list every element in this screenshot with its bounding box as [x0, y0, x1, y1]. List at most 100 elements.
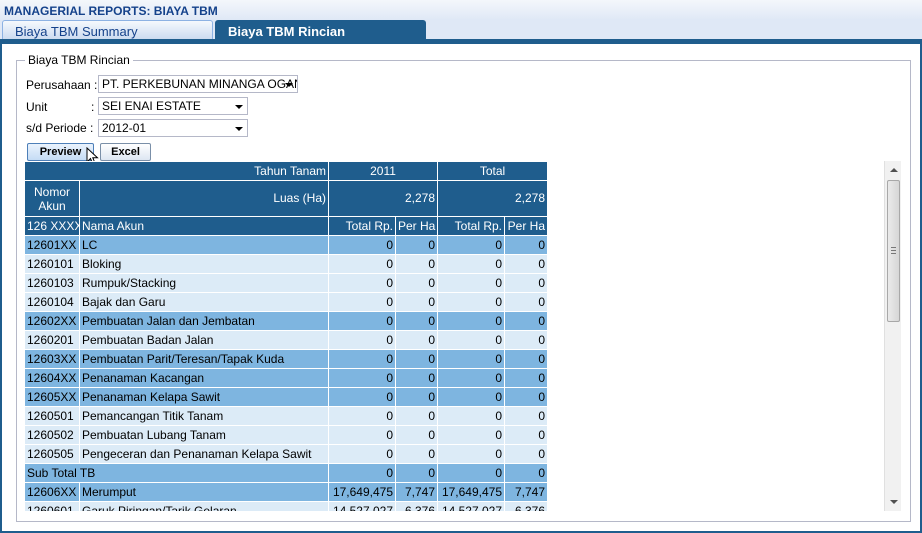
- per-ha-header: Per Ha: [395, 216, 438, 236]
- per-ha-cell: 0: [395, 463, 438, 483]
- excel-button[interactable]: Excel: [100, 143, 151, 161]
- account-code: Sub Total TB: [24, 463, 329, 483]
- per-ha-total-cell: 0: [503, 425, 547, 445]
- arrow-up-icon: [890, 168, 898, 172]
- per-ha-total-cell: 0: [503, 368, 547, 388]
- table-row[interactable]: 1260505 Pengeceran dan Penanaman Kelapa S…: [24, 444, 547, 464]
- header-row-columns: 126 XXXX Nama Akun Total Rp. Per Ha Tota…: [24, 216, 547, 236]
- account-name: Penanaman Kelapa Sawit: [79, 387, 329, 407]
- tab-biaya-tbm-summary[interactable]: Biaya TBM Summary: [2, 20, 213, 41]
- per-ha-cell: 0: [395, 311, 438, 331]
- scroll-up-button[interactable]: [885, 161, 902, 178]
- nomor-akun-header: Nomor Akun: [24, 180, 80, 217]
- table-row[interactable]: 12601XX LC 0 0 0 0: [24, 235, 547, 255]
- per-ha-total-cell: 0: [503, 444, 547, 464]
- per-ha-cell: 0: [395, 292, 438, 312]
- account-code: 1260103: [24, 273, 80, 293]
- table-row[interactable]: 1260502 Pembuatan Lubang Tanam 0 0 0 0: [24, 425, 547, 445]
- total-rp-total-cell: 0: [437, 425, 505, 445]
- preview-button[interactable]: Preview: [27, 143, 94, 161]
- account-code: 1260601: [24, 501, 80, 511]
- total-rp-total-cell: 0: [437, 235, 505, 255]
- per-ha-total-cell: 6,376: [503, 501, 547, 511]
- header-row-luas: Nomor Akun Luas (Ha) 2,278 2,278: [24, 180, 547, 217]
- account-name: Pengeceran dan Penanaman Kelapa Sawit: [79, 444, 329, 464]
- code-suffix: XXXX: [50, 218, 80, 233]
- table-row[interactable]: 12606XX Merumput 17,649,475 7,747 17,649,475…: [24, 482, 547, 502]
- perusahaan-select[interactable]: PT. PERKEBUNAN MINANGA OGAN: [98, 75, 298, 93]
- table-row[interactable]: 1260201 Pembuatan Badan Jalan 0 0 0 0: [24, 330, 547, 350]
- grip-icon: [891, 247, 896, 254]
- per-ha-total-cell: 0: [503, 235, 547, 255]
- per-ha-cell: 0: [395, 406, 438, 426]
- account-name: Pembuatan Badan Jalan: [79, 330, 329, 350]
- per-ha-total-cell: 0: [503, 311, 547, 331]
- per-ha-cell: 0: [395, 444, 438, 464]
- perusahaan-value: PT. PERKEBUNAN MINANGA OGAN: [102, 77, 298, 91]
- total-rp-total-cell: 17,649,475: [437, 482, 505, 502]
- account-code: 12604XX: [24, 368, 80, 388]
- account-name: Merumput: [79, 482, 329, 502]
- table-row[interactable]: 12604XX Penanaman Kacangan 0 0 0 0: [24, 368, 547, 388]
- per-ha-header-total: Per Ha: [503, 216, 547, 236]
- periode-label: s/d Periode :: [26, 121, 94, 135]
- total-rp-header: Total Rp.: [328, 216, 396, 236]
- total-rp-cell: 0: [328, 425, 396, 445]
- account-name: LC: [79, 235, 329, 255]
- table-row[interactable]: Sub Total TB 0 0 0 0: [24, 463, 547, 483]
- per-ha-cell: 0: [395, 273, 438, 293]
- total-rp-cell: 0: [328, 406, 396, 426]
- chevron-down-icon: [235, 105, 243, 109]
- per-ha-cell: 0: [395, 254, 438, 274]
- account-name: Pembuatan Jalan dan Jembatan: [79, 311, 329, 331]
- account-code: 12603XX: [24, 349, 80, 369]
- account-code: 1260101: [24, 254, 80, 274]
- code-header: 126 XXXX: [24, 216, 80, 236]
- table-row[interactable]: 1260501 Pemancangan Titik Tanam 0 0 0 0: [24, 406, 547, 426]
- account-name: Garuk Piringan/Tarik Gelaran: [79, 501, 329, 511]
- account-name: Bajak dan Garu: [79, 292, 329, 312]
- report-grid: Tahun Tanam 2011 Total Nomor Akun Luas (…: [24, 161, 547, 511]
- account-code: 12601XX: [24, 235, 80, 255]
- total-rp-cell: 0: [328, 273, 396, 293]
- scroll-down-button[interactable]: [885, 494, 902, 511]
- luas-year-value: 2,278: [328, 180, 438, 217]
- total-rp-total-cell: 0: [437, 387, 505, 407]
- total-rp-cell: 0: [328, 463, 396, 483]
- per-ha-total-cell: 0: [503, 387, 547, 407]
- table-row[interactable]: 12602XX Pembuatan Jalan dan Jembatan 0 0 0 0: [24, 311, 547, 331]
- per-ha-total-cell: 0: [503, 349, 547, 369]
- per-ha-total-cell: 0: [503, 292, 547, 312]
- table-row[interactable]: 1260104 Bajak dan Garu 0 0 0 0: [24, 292, 547, 312]
- unit-select[interactable]: SEI ENAI ESTATE: [98, 97, 248, 115]
- app-title: MANAGERIAL REPORTS: BIAYA TBM: [0, 0, 922, 20]
- total-rp-cell: 0: [328, 292, 396, 312]
- total-rp-cell: 0: [328, 254, 396, 274]
- account-code: 1260502: [24, 425, 80, 445]
- table-row[interactable]: 1260601 Garuk Piringan/Tarik Gelaran 14,52…: [24, 501, 547, 511]
- vertical-scrollbar[interactable]: [884, 161, 901, 511]
- total-rp-total-cell: 0: [437, 463, 505, 483]
- table-row[interactable]: 1260101 Bloking 0 0 0 0: [24, 254, 547, 274]
- code-prefix: 126: [27, 218, 48, 233]
- unit-label: Unit: [26, 100, 48, 114]
- total-rp-cell: 0: [328, 444, 396, 464]
- tab-biaya-tbm-rincian[interactable]: Biaya TBM Rincian: [215, 20, 426, 41]
- per-ha-total-cell: 0: [503, 406, 547, 426]
- total-rp-total-cell: 14,527,027: [437, 501, 505, 511]
- per-ha-cell: 7,747: [395, 482, 438, 502]
- table-row[interactable]: 1260103 Rumpuk/Stacking 0 0 0 0: [24, 273, 547, 293]
- total-rp-total-cell: 0: [437, 273, 505, 293]
- total-rp-cell: 0: [328, 330, 396, 350]
- table-row[interactable]: 12603XX Pembuatan Parit/Teresan/Tapak Kud…: [24, 349, 547, 369]
- account-code: 12602XX: [24, 311, 80, 331]
- scrollbar-thumb[interactable]: [887, 180, 900, 322]
- per-ha-cell: 0: [395, 387, 438, 407]
- account-code: 12606XX: [24, 482, 80, 502]
- table-row[interactable]: 12605XX Penanaman Kelapa Sawit 0 0 0 0: [24, 387, 547, 407]
- account-name: Pemancangan Titik Tanam: [79, 406, 329, 426]
- perusahaan-label: Perusahaan :: [26, 78, 98, 92]
- year-column-header: 2011: [328, 161, 438, 181]
- periode-select[interactable]: 2012-01: [98, 119, 248, 137]
- per-ha-total-cell: 0: [503, 330, 547, 350]
